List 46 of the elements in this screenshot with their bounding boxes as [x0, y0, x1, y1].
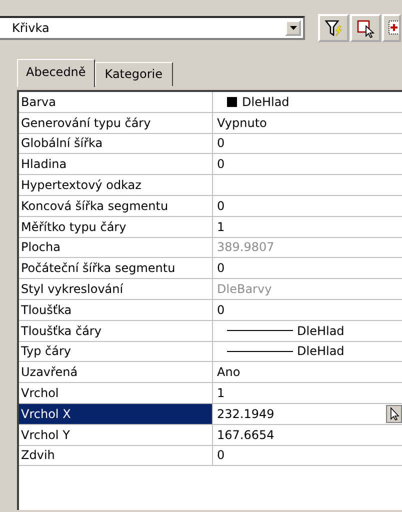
property-value[interactable]: 0: [217, 198, 225, 213]
property-name[interactable]: Vrchol: [21, 386, 59, 400]
property-name[interactable]: Hladina: [21, 157, 67, 172]
property-name[interactable]: Uzavřená: [21, 365, 78, 380]
tab[interactable]: Kategorie: [94, 62, 173, 86]
line-sample: [227, 350, 293, 353]
property-value[interactable]: Ano: [217, 365, 240, 380]
property-name[interactable]: Hypertextový odkaz: [21, 178, 142, 192]
tab[interactable]: Abecedně: [17, 59, 95, 87]
property-name[interactable]: Typ čáry: [21, 344, 71, 358]
pick-point-button[interactable]: [386, 404, 402, 423]
cursor-icon: [388, 406, 400, 421]
dropdown-arrow-button[interactable]: [285, 20, 301, 36]
property-name[interactable]: Vrchol Y: [21, 428, 70, 442]
property-name[interactable]: Generování typu čáry: [21, 116, 151, 130]
select-cursor-icon: [356, 18, 376, 38]
property-name[interactable]: Koncová šířka segmentu: [21, 198, 168, 213]
select-objects-button[interactable]: [350, 14, 381, 42]
caret-icon: [290, 26, 296, 30]
property-name[interactable]: Tloušťka čáry: [21, 324, 102, 338]
property-value[interactable]: 1: [217, 386, 225, 400]
line-sample: [227, 329, 293, 332]
property-value[interactable]: DleHlad: [242, 94, 290, 109]
property-value[interactable]: DleHlad: [297, 324, 344, 338]
object-type-dropdown[interactable]: Křivka: [0, 16, 305, 40]
property-name[interactable]: Globální šířka: [21, 136, 103, 150]
property-name[interactable]: Měřítko typu čáry: [21, 220, 126, 234]
property-value[interactable]: 1: [217, 220, 225, 234]
property-value[interactable]: 167.6654: [217, 428, 274, 442]
property-value[interactable]: 232.1949: [217, 406, 274, 421]
filter-button[interactable]: [318, 14, 349, 42]
property-name[interactable]: Barva: [21, 94, 56, 109]
property-value[interactable]: DleHlad: [297, 344, 344, 358]
property-value[interactable]: Vypnuto: [217, 116, 267, 130]
object-type-value: Křivka: [12, 21, 50, 35]
filter-lightning-icon: [324, 18, 344, 38]
property-name[interactable]: Tloušťka: [21, 302, 72, 317]
property-name[interactable]: Vrchol X: [21, 406, 71, 421]
property-value[interactable]: 0: [217, 136, 225, 150]
property-value[interactable]: 0: [217, 448, 225, 462]
property-value[interactable]: 0: [217, 157, 225, 172]
quick-select-button[interactable]: [382, 14, 401, 42]
property-value[interactable]: 0: [217, 261, 225, 276]
property-name[interactable]: Zdvih: [21, 448, 55, 462]
property-value[interactable]: 0: [217, 302, 225, 317]
property-name[interactable]: Počáteční šířka segmentu: [21, 261, 176, 276]
